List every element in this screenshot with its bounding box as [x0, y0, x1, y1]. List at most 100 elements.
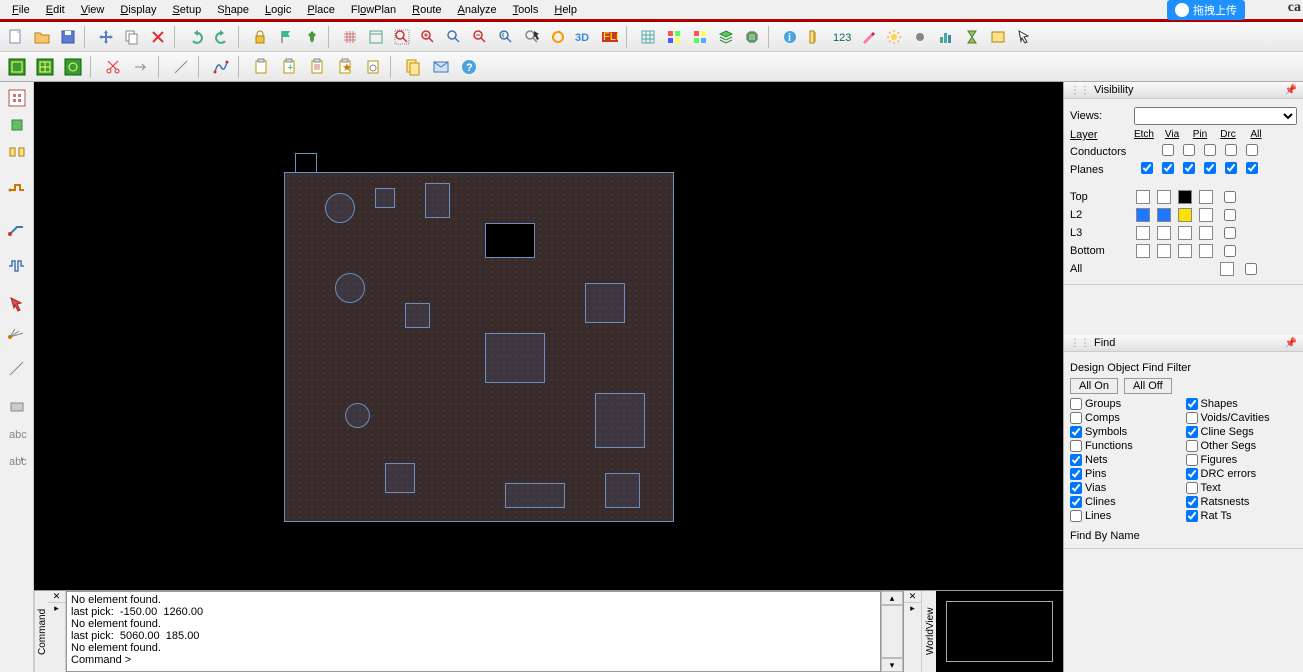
- color-swatch[interactable]: [1199, 190, 1213, 204]
- ruler-icon[interactable]: [804, 25, 828, 49]
- color-swatch[interactable]: [1199, 226, 1213, 240]
- find-checkbox[interactable]: [1186, 510, 1198, 522]
- find-header[interactable]: ⋮⋮ Find 📌: [1064, 335, 1303, 352]
- wv-close-icon[interactable]: ✕: [904, 591, 921, 603]
- delete-icon[interactable]: [146, 25, 170, 49]
- lt-text-icon[interactable]: abc: [4, 422, 30, 446]
- find-item-comps[interactable]: Comps: [1070, 412, 1182, 424]
- board-icon[interactable]: [986, 25, 1010, 49]
- zoom-fit-icon[interactable]: [390, 25, 414, 49]
- find-item-figures[interactable]: Figures: [1186, 454, 1298, 466]
- all-off-button[interactable]: All Off: [1124, 378, 1172, 394]
- mail-icon[interactable]: [428, 54, 454, 80]
- vis-check[interactable]: [1183, 162, 1195, 174]
- cut-icon[interactable]: [100, 54, 126, 80]
- scroll-down-icon[interactable]: ▾: [881, 658, 903, 672]
- lt-wave-icon[interactable]: [4, 254, 30, 278]
- views-select[interactable]: [1134, 107, 1297, 125]
- vis-check[interactable]: [1162, 144, 1174, 156]
- layer-check[interactable]: [1224, 191, 1236, 203]
- find-item-other-segs[interactable]: Other Segs: [1186, 440, 1298, 452]
- menu-route[interactable]: Route: [404, 2, 449, 18]
- num-icon[interactable]: 123: [830, 25, 854, 49]
- lt-chip-icon[interactable]: [4, 113, 30, 137]
- cmd-scroll[interactable]: ▴ ▾: [881, 591, 903, 672]
- menu-shape[interactable]: Shape: [209, 2, 257, 18]
- find-checkbox[interactable]: [1186, 468, 1198, 480]
- lt-spread-icon[interactable]: [4, 86, 30, 110]
- menu-analyze[interactable]: Analyze: [450, 2, 505, 18]
- sun-icon[interactable]: [882, 25, 906, 49]
- vis-check[interactable]: [1183, 144, 1195, 156]
- color-swatch[interactable]: [1157, 208, 1171, 222]
- color-swatch[interactable]: [1178, 208, 1192, 222]
- zoom-area-icon[interactable]: [442, 25, 466, 49]
- vis-check[interactable]: [1162, 162, 1174, 174]
- undo-icon[interactable]: [184, 25, 208, 49]
- open-icon[interactable]: [30, 25, 54, 49]
- lt-rect-icon[interactable]: [4, 395, 30, 419]
- layer-check[interactable]: [1224, 227, 1236, 239]
- lt-route-icon[interactable]: [4, 178, 30, 202]
- vis-check[interactable]: [1141, 162, 1153, 174]
- find-checkbox[interactable]: [1186, 412, 1198, 424]
- find-item-cline-segs[interactable]: Cline Segs: [1186, 426, 1298, 438]
- find-checkbox[interactable]: [1070, 510, 1082, 522]
- find-checkbox[interactable]: [1186, 426, 1198, 438]
- hourglass-icon[interactable]: [960, 25, 984, 49]
- sheet3-icon[interactable]: [60, 54, 86, 80]
- cmd-close-icon[interactable]: ✕: [48, 591, 65, 603]
- grid2-icon[interactable]: [636, 25, 660, 49]
- refresh-icon[interactable]: [546, 25, 570, 49]
- find-item-rat-ts[interactable]: Rat Ts: [1186, 510, 1298, 522]
- palette-icon[interactable]: [662, 25, 686, 49]
- color-swatch[interactable]: [1199, 244, 1213, 258]
- find-checkbox[interactable]: [1186, 454, 1198, 466]
- menu-help[interactable]: Help: [546, 2, 585, 18]
- find-checkbox[interactable]: [1070, 412, 1082, 424]
- vis-check[interactable]: [1246, 144, 1258, 156]
- lock-icon[interactable]: [248, 25, 272, 49]
- design-canvas[interactable]: [34, 82, 1063, 590]
- lt-text2-icon[interactable]: abc: [4, 449, 30, 473]
- info-icon[interactable]: i: [778, 25, 802, 49]
- clipboard-gear-icon[interactable]: [360, 54, 386, 80]
- clipboard-date-icon[interactable]: [304, 54, 330, 80]
- menu-setup[interactable]: Setup: [164, 2, 209, 18]
- zoom-select-icon[interactable]: [520, 25, 544, 49]
- menu-place[interactable]: Place: [299, 2, 343, 18]
- lt-trace-icon[interactable]: [4, 216, 30, 240]
- cursor-icon[interactable]: [1012, 25, 1036, 49]
- zoom-prev-icon[interactable]: [494, 25, 518, 49]
- help-icon[interactable]: ?: [456, 54, 482, 80]
- flip-icon[interactable]: FLIP: [598, 25, 622, 49]
- color-swatch[interactable]: [1178, 244, 1192, 258]
- color-swatch[interactable]: [1157, 226, 1171, 240]
- find-checkbox[interactable]: [1070, 398, 1082, 410]
- redo-icon[interactable]: [210, 25, 234, 49]
- clipboard-add-icon[interactable]: +: [276, 54, 302, 80]
- find-item-voids-cavities[interactable]: Voids/Cavities: [1186, 412, 1298, 424]
- menu-view[interactable]: View: [73, 2, 113, 18]
- color-swatch[interactable]: [1136, 208, 1150, 222]
- find-item-text[interactable]: Text: [1186, 482, 1298, 494]
- command-window[interactable]: No element found. last pick: -150.00 126…: [66, 591, 881, 672]
- grid-icon[interactable]: [338, 25, 362, 49]
- lt-pair-icon[interactable]: [4, 140, 30, 164]
- command-tab-label[interactable]: Command: [34, 591, 48, 672]
- find-checkbox[interactable]: [1070, 426, 1082, 438]
- menu-logic[interactable]: Logic: [257, 2, 299, 18]
- line-tool-icon[interactable]: [168, 54, 194, 80]
- find-checkbox[interactable]: [1070, 482, 1082, 494]
- color-swatch[interactable]: [1178, 190, 1192, 204]
- find-checkbox[interactable]: [1070, 468, 1082, 480]
- new-icon[interactable]: [4, 25, 28, 49]
- vis-check[interactable]: [1246, 162, 1258, 174]
- chip-icon[interactable]: [740, 25, 764, 49]
- vis-check[interactable]: [1204, 144, 1216, 156]
- find-checkbox[interactable]: [1186, 440, 1198, 452]
- worldview[interactable]: [936, 591, 1063, 672]
- color-swatch[interactable]: [1136, 226, 1150, 240]
- find-item-groups[interactable]: Groups: [1070, 398, 1182, 410]
- zoom-out-icon[interactable]: [468, 25, 492, 49]
